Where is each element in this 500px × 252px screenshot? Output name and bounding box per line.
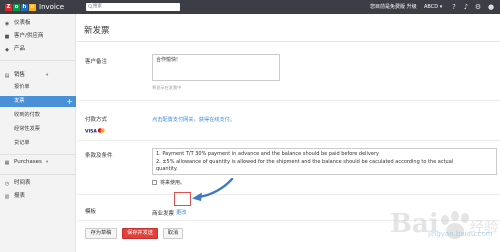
sidebar: ◉ 仪表板 ■ 客户/供应商 ◆ 产品 ▤ 销售 ▾ 报价单 发票 + 收到的付… <box>0 14 76 252</box>
annotation-arrow-icon <box>192 178 234 201</box>
save-and-send-button[interactable]: 保存并发送 <box>122 228 158 239</box>
logo-letter-o2: o <box>29 3 36 11</box>
sidebar-divider <box>0 60 76 61</box>
sidebar-item-label: 收到的付款 <box>14 112 40 118</box>
sidebar-item-label: 发票 <box>14 98 25 104</box>
logo-letter-z: Z <box>5 3 12 11</box>
org-switcher[interactable]: ABCD ▾ <box>424 3 442 11</box>
customer-notes-field[interactable]: 合作愉快! <box>152 54 280 81</box>
divider <box>77 140 500 141</box>
customer-notes-value: 合作愉快! <box>156 57 179 63</box>
app-logo[interactable]: Z o h o Invoice <box>5 3 64 11</box>
sidebar-item-sales[interactable]: ▤ 销售 ▾ <box>0 70 76 81</box>
products-icon: ◆ <box>5 47 9 53</box>
logo-letter-o1: o <box>13 3 20 11</box>
purchases-icon: ▦ <box>4 160 10 166</box>
sidebar-item-reports[interactable]: ▥ 报表 <box>0 191 76 202</box>
svg-text:VISA: VISA <box>85 129 97 134</box>
dashboard-icon: ◉ <box>4 21 10 27</box>
sidebar-item-label: 仪表板 <box>14 20 31 26</box>
logo-letter-h: h <box>21 3 28 11</box>
search-icon <box>88 4 93 9</box>
use-in-future-checkbox[interactable] <box>152 180 157 185</box>
terms-field[interactable]: 1. Payment T/T 30% payment in advance an… <box>152 148 497 175</box>
sidebar-item-estimates[interactable]: 报价单 <box>0 82 76 93</box>
contacts-icon: ■ <box>4 34 10 40</box>
sidebar-item-label: 客户/供应商 <box>14 33 44 39</box>
sidebar-item-credit-notes[interactable]: 贷记单 <box>0 138 76 149</box>
chevron-down-icon: ▾ <box>46 73 49 78</box>
app-name: Invoice <box>39 3 65 11</box>
search-input[interactable] <box>86 3 180 11</box>
configure-payment-gateway-link[interactable]: 点击配置支付网关，获得在线支付。 <box>152 116 235 123</box>
divider <box>77 41 500 42</box>
template-label: 模板 <box>85 209 97 215</box>
add-invoice-icon[interactable]: + <box>66 96 73 107</box>
divider <box>77 100 500 101</box>
change-template-link[interactable]: 更改 <box>176 209 186 216</box>
settings-icon[interactable]: ⚙ <box>474 3 482 11</box>
sidebar-item-label: 经常性发票 <box>14 126 40 132</box>
sidebar-item-products[interactable]: ◆ 产品 <box>0 44 76 55</box>
sidebar-item-invoices[interactable]: 发票 + <box>0 96 76 107</box>
customer-notes-label: 客户备注 <box>85 59 108 65</box>
sidebar-item-label: 时间表 <box>14 180 31 186</box>
divider <box>77 194 500 195</box>
sidebar-item-dashboard[interactable]: ◉ 仪表板 <box>0 18 76 29</box>
timesheet-icon: ◷ <box>4 181 10 187</box>
sidebar-item-payments-received[interactable]: 收到的付款 <box>0 110 76 121</box>
sidebar-item-contacts[interactable]: ■ 客户/供应商 <box>0 31 76 42</box>
save-as-draft-button[interactable]: 存为草稿 <box>85 228 117 239</box>
sidebar-item-label: 产品 <box>14 46 26 52</box>
terms-line: 1. Payment T/T 30% payment in advance an… <box>156 151 379 157</box>
notification-icon[interactable]: ♪ <box>462 3 470 11</box>
sidebar-item-label: 销售 <box>14 72 26 78</box>
sidebar-item-recurring-invoices[interactable]: 经常性发票 <box>0 124 76 135</box>
sidebar-divider <box>0 174 76 175</box>
annotation-highlight-box <box>174 192 191 206</box>
page-title: 新发票 <box>84 26 110 36</box>
sales-icon: ▤ <box>4 73 10 79</box>
baidu-watermark-logo: Bai 经验 <box>390 209 498 239</box>
user-avatar-icon[interactable]: ● <box>487 3 495 11</box>
terms-line: 2. ±5% allowance of quantity is allowed … <box>156 158 454 165</box>
chevron-down-icon: ▾ <box>46 160 49 165</box>
sidebar-divider <box>0 154 76 155</box>
sidebar-item-purchases[interactable]: ▦ Purchases ▾ <box>0 157 76 168</box>
card-logos-icon: VISA <box>85 128 105 134</box>
watermark-text: jingyan.baidu.com <box>428 230 493 238</box>
upgrade-link[interactable]: 您目前是免费版 升级 <box>370 3 417 11</box>
customer-notes-hint: 将显示在发票中 <box>152 85 182 90</box>
sidebar-item-label: 报价单 <box>14 84 30 90</box>
payment-method-label: 付款方式 <box>85 117 108 123</box>
template-value: 商业发票 <box>152 211 175 217</box>
sidebar-item-label: Purchases <box>14 159 42 165</box>
use-in-future-label: 将来使用。 <box>160 180 186 186</box>
sidebar-item-label: 报表 <box>14 193 26 199</box>
cancel-button[interactable]: 取消 <box>163 228 183 239</box>
top-bar: Z o h o Invoice 您目前是免费版 升级 ABCD ▾ ? ♪ ⚙ … <box>0 0 500 14</box>
reports-icon: ▥ <box>4 194 10 200</box>
sidebar-item-timesheet[interactable]: ◷ 时间表 <box>0 178 76 189</box>
sidebar-item-label: 贷记单 <box>14 140 30 146</box>
terms-line: quantity. <box>156 166 178 172</box>
help-icon[interactable]: ? <box>450 3 458 11</box>
terms-label: 条款及条件 <box>85 153 113 159</box>
